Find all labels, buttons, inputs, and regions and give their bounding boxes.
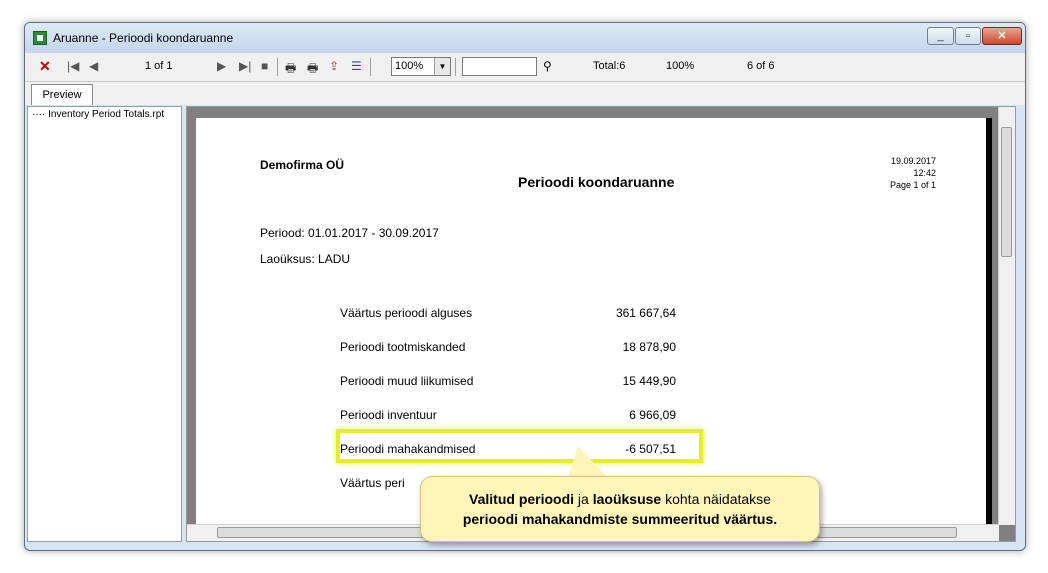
row-label-highlighted: Perioodi mahakandmised xyxy=(340,442,476,456)
vertical-scrollbar[interactable] xyxy=(998,107,1015,525)
warehouse-line: Laoüksus: LADU xyxy=(260,252,351,266)
first-page-icon[interactable]: |◀ xyxy=(67,59,79,73)
vertical-scroll-thumb[interactable] xyxy=(1001,127,1012,257)
close-report-icon[interactable]: ✕ xyxy=(39,58,51,75)
view-tabs: Preview xyxy=(25,82,1025,105)
row-value: 6 966,09 xyxy=(629,408,676,422)
report-window: Aruanne - Perioodi koondaruanne _ ▫ ✕ ✕ … xyxy=(24,22,1026,551)
row-label: Perioodi inventuur xyxy=(340,408,437,422)
title-bar: Aruanne - Perioodi koondaruanne _ ▫ ✕ xyxy=(25,23,1025,53)
callout-bold-warehouse: laoüksuse xyxy=(592,491,662,507)
callout-tooltip: Valitud perioodi ja laoüksuse kohta näid… xyxy=(420,476,820,542)
toolbar-divider xyxy=(455,58,456,76)
percent-label: 100% xyxy=(666,60,695,72)
binoculars-search-icon[interactable]: ⚲ xyxy=(543,59,552,73)
period-line: Periood: 01.01.2017 - 30.09.2017 xyxy=(260,226,439,240)
row-label: Perioodi tootmiskanded xyxy=(340,340,466,354)
tab-preview[interactable]: Preview xyxy=(31,84,93,105)
callout-line-1: Valitud perioodi ja laoüksuse kohta näid… xyxy=(421,489,819,509)
toolbar-divider xyxy=(370,58,371,76)
tree-item-report-file[interactable]: ···· Inventory Period Totals.rpt xyxy=(32,109,164,120)
group-tree-icon[interactable]: ☰ xyxy=(351,59,362,73)
app-report-icon xyxy=(33,31,47,45)
print-setup-icon[interactable]: 🖶 xyxy=(307,59,318,80)
row-label: Perioodi muud liikumised xyxy=(340,374,474,388)
row-value: 15 449,90 xyxy=(622,374,676,388)
search-input[interactable] xyxy=(462,57,537,76)
report-date: 19.09.2017 xyxy=(890,156,936,166)
report-time: 12:42 xyxy=(913,168,936,178)
row-value: 18 878,90 xyxy=(622,340,676,354)
chevron-down-icon[interactable]: ▼ xyxy=(434,58,450,75)
group-tree-panel: ···· Inventory Period Totals.rpt xyxy=(27,106,182,542)
close-window-button[interactable]: ✕ xyxy=(982,27,1022,45)
callout-bold-period: Valitud perioodi xyxy=(469,491,575,507)
company-name: Demofirma OÜ xyxy=(260,158,345,172)
callout-text: ja xyxy=(574,491,593,507)
callout-pointer xyxy=(568,446,608,478)
minimize-button[interactable]: _ xyxy=(927,27,954,45)
print-icon[interactable]: 🖶 xyxy=(285,59,296,80)
row-value: 361 667,64 xyxy=(615,306,676,320)
callout-line-2: perioodi mahakandmiste summeeritud väärt… xyxy=(421,509,819,529)
row-label: Väärtus peri xyxy=(340,476,405,490)
record-position-label: 6 of 6 xyxy=(747,60,775,72)
stop-icon[interactable]: ■ xyxy=(261,59,268,73)
page-counter: 1 of 1 xyxy=(145,60,173,72)
zoom-value: 100% xyxy=(395,60,424,72)
toolbar-divider xyxy=(277,58,278,76)
report-title: Perioodi koondaruanne xyxy=(518,174,675,190)
total-records-label: Total:6 xyxy=(593,60,626,72)
callout-bold-line: perioodi mahakandmiste summeeritud väärt… xyxy=(462,511,778,527)
export-icon[interactable]: ⇪ xyxy=(329,59,339,73)
page-indicator: Page 1 of 1 xyxy=(889,180,936,190)
window-title: Aruanne - Perioodi koondaruanne xyxy=(53,31,234,45)
tree-item-label: Inventory Period Totals.rpt xyxy=(48,109,165,120)
next-page-icon[interactable]: ▶ xyxy=(217,59,226,73)
row-label: Väärtus perioodi alguses xyxy=(340,306,473,320)
previous-page-icon[interactable]: ◀ xyxy=(89,59,98,73)
report-toolbar: ✕ |◀ ◀ 1 of 1 ▶ ▶| ■ 🖶 🖶 ⇪ ☰ 100% ▼ ⚲ To… xyxy=(25,53,1025,82)
maximize-button[interactable]: ▫ xyxy=(955,27,981,45)
last-page-icon[interactable]: ▶| xyxy=(239,59,251,73)
zoom-select[interactable]: 100% ▼ xyxy=(391,57,451,76)
callout-text: kohta näidatakse xyxy=(661,491,771,507)
